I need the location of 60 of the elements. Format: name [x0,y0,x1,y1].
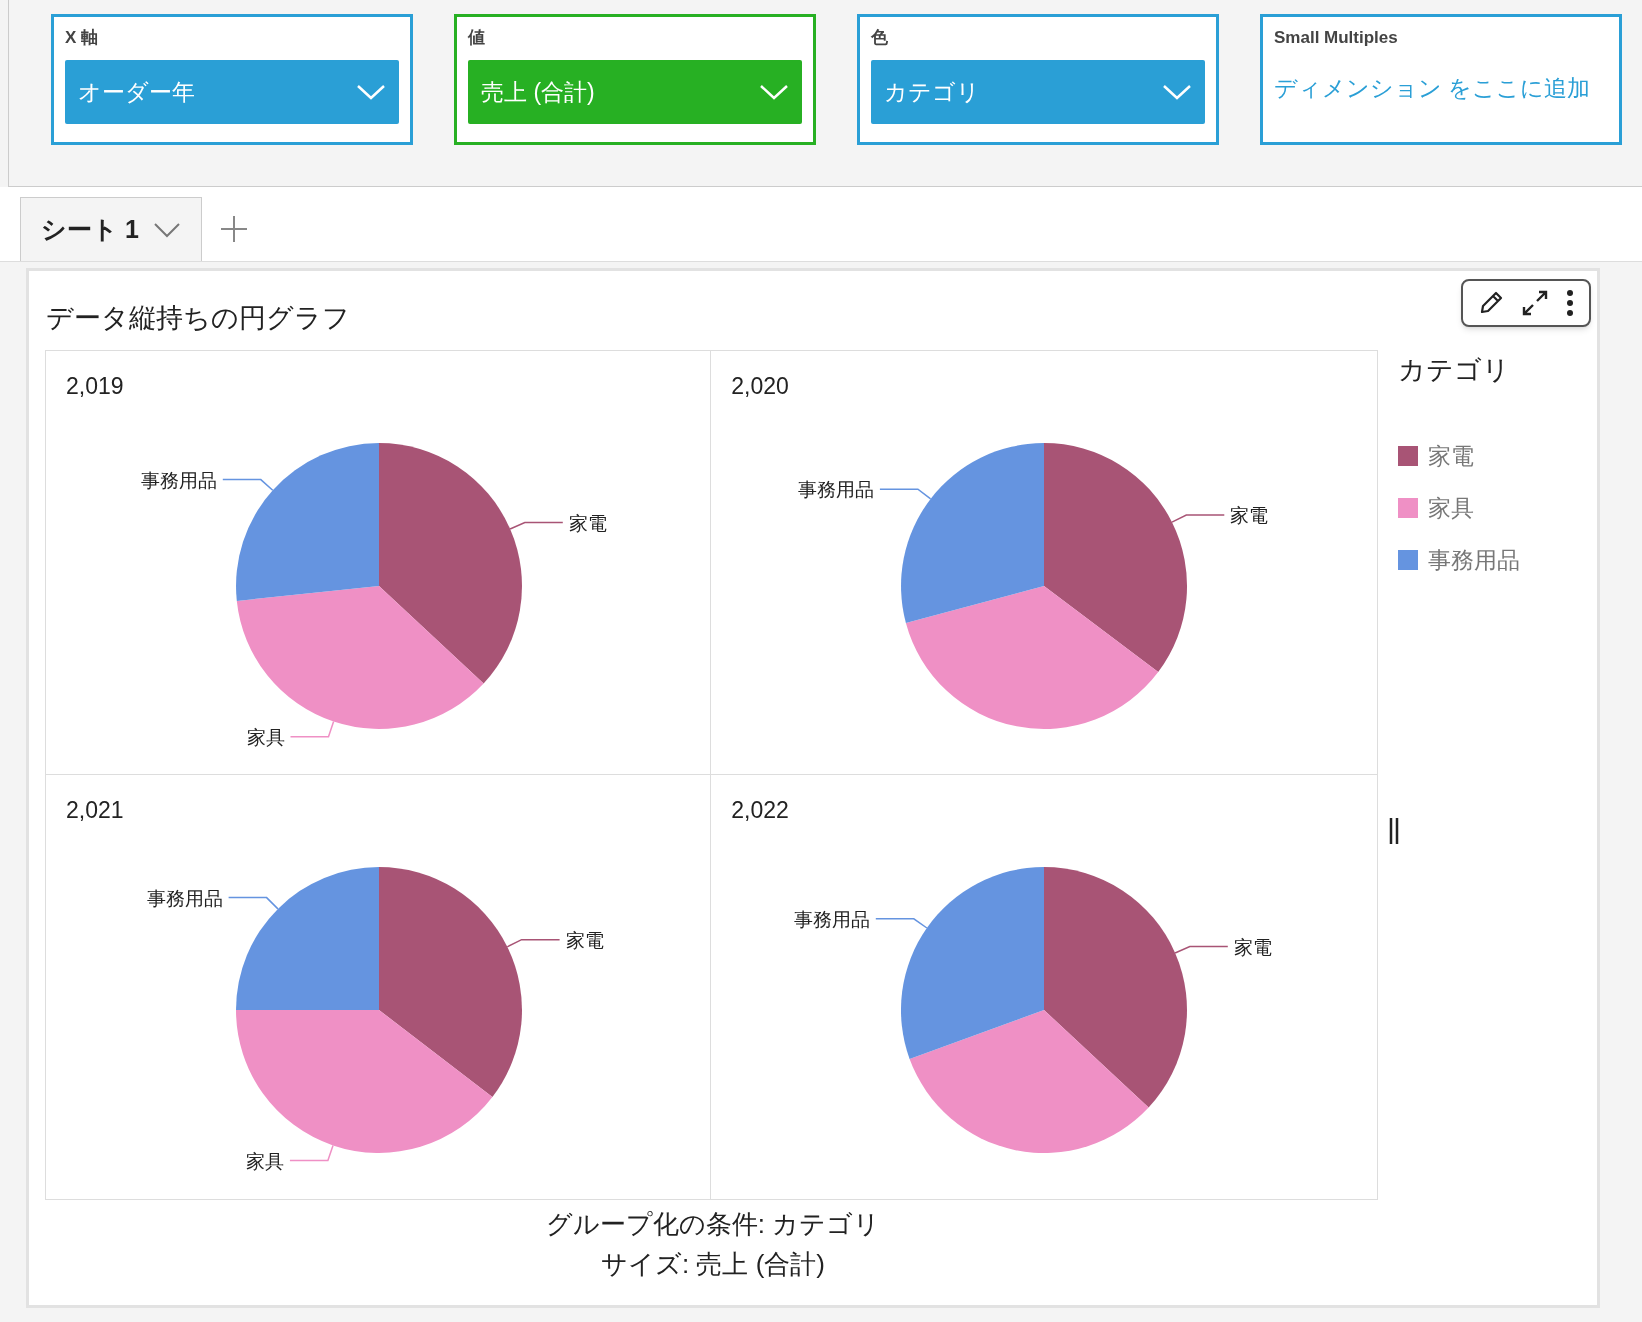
panel-title: 2,019 [66,372,124,401]
sheet-tab[interactable]: シート 1 [20,197,202,261]
chevron-down-icon [759,83,789,101]
slice-label: 事務用品 [140,469,217,491]
leader-line [509,521,564,530]
more-options-icon[interactable] [1566,289,1575,317]
field-dropdown[interactable]: カテゴリ [871,60,1205,124]
slice-label: 家電 [1234,936,1273,958]
pie-slice[interactable] [236,443,379,601]
expand-icon[interactable] [1521,289,1549,317]
field-dropdown[interactable]: 売上 (合計) [468,60,802,124]
slice-label: 事務用品 [794,908,871,930]
pie-slice[interactable] [236,867,379,1010]
leader-line [1171,514,1226,523]
slice-label: 家電 [568,512,607,534]
well-label: Small Multiples [1274,27,1399,49]
legend-label[interactable]: 事務用品 [1427,542,1520,578]
legend-title: カテゴリ [1397,354,1511,387]
leader-line [875,918,928,929]
visual-title: データ縦持ちの円グラフ [46,302,350,335]
leader-line [289,720,335,738]
pie-slice[interactable] [906,586,1159,729]
pie-slice[interactable] [1044,443,1188,673]
well-label: X 軸 [65,27,100,49]
leader-line [289,1144,334,1162]
slice-label: 家電 [565,929,604,951]
pie-slice[interactable] [901,867,1045,1059]
pie-slice[interactable] [236,586,484,729]
slice-label: 事務用品 [146,887,223,909]
leader-line [506,938,561,948]
pie-slice[interactable] [379,867,522,1098]
slice-label: 事務用品 [798,479,875,501]
leader-line [227,896,279,910]
chevron-down-icon [356,83,386,101]
chart-caption: サイズ: 売上 (合計) [601,1248,825,1281]
slice-label: 家具 [245,1150,284,1172]
pie-slice[interactable] [901,443,1045,623]
legend-label[interactable]: 家電 [1427,438,1474,474]
pie-slice[interactable] [1044,867,1188,1108]
panel-title: 2,021 [66,796,124,825]
pie-slice[interactable] [909,1010,1149,1153]
pie-slice[interactable] [236,1010,493,1153]
leader-line [879,488,932,500]
pie-slice[interactable] [379,443,522,684]
field-dropdown[interactable]: オーダー年 [65,60,399,124]
chevron-down-icon [1162,83,1192,101]
slice-label: 家具 [246,726,285,748]
drop-target-hint[interactable]: ディメンション をここに追加 [1274,71,1608,106]
well-label: 色 [871,27,889,49]
chart-caption: グループ化の条件: カテゴリ [545,1208,881,1241]
legend-label[interactable]: 家具 [1427,490,1474,526]
panel-title: 2,022 [731,796,789,825]
plus-icon [219,215,248,243]
slice-label: 家電 [1230,505,1269,527]
panel-title: 2,020 [731,372,789,401]
chevron-down-icon [152,220,181,239]
leader-line [222,478,274,492]
well-label: 値 [468,27,486,49]
leader-line [1174,945,1229,954]
resize-handle-icon[interactable] [1387,818,1400,844]
